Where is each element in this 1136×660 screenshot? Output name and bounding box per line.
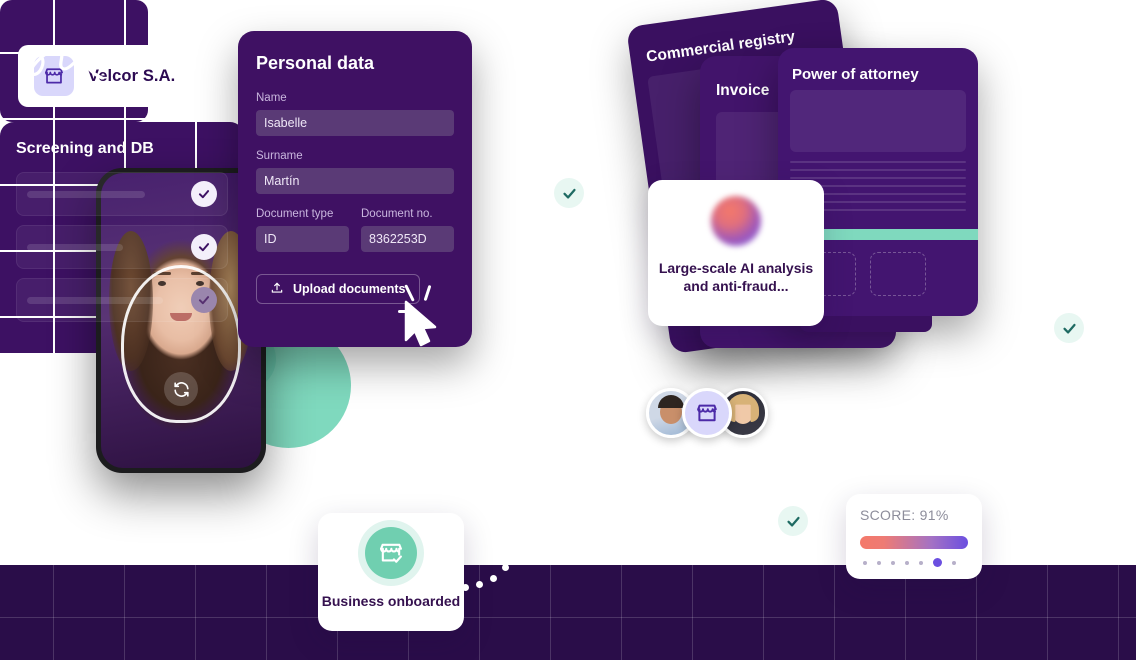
score-dot <box>952 560 956 565</box>
row-placeholder-bar <box>27 296 163 304</box>
check-badge <box>1054 313 1084 343</box>
illustration-canvas: Velcor S.A. Commercial registry Invoice … <box>0 0 1136 660</box>
check-icon <box>191 181 217 207</box>
bottom-band-grid <box>0 565 1136 660</box>
ai-analysis-card: Large-scale AI analysis and anti-fraud..… <box>648 180 824 326</box>
score-dot <box>919 560 923 565</box>
connector-dot <box>476 581 483 588</box>
click-spark <box>423 284 432 302</box>
check-icon <box>191 287 217 313</box>
cursor-arrow-icon <box>404 300 437 347</box>
document-title: Power of attorney <box>792 66 919 83</box>
mouse-cursor <box>398 284 444 347</box>
document-type-field[interactable]: ID <box>256 226 349 252</box>
upload-icon <box>270 281 284 298</box>
gradient-orb-icon <box>711 196 761 246</box>
business-onboarded-card: Business onboarded <box>318 513 464 631</box>
check-badge <box>554 178 584 208</box>
screening-row[interactable] <box>16 278 228 322</box>
document-number-field[interactable]: 8362253D <box>361 226 454 252</box>
name-label: Name <box>256 92 287 104</box>
score-label: SCORE: 91% <box>860 507 949 523</box>
screening-row[interactable] <box>16 225 228 269</box>
document-placeholder <box>790 90 966 152</box>
signature-dropzone <box>870 252 926 296</box>
score-dot <box>863 560 867 565</box>
store-check-icon <box>365 527 417 579</box>
bottom-purple-band <box>0 565 1136 660</box>
ai-analysis-text: Large-scale AI analysis and anti-fraud..… <box>658 260 814 295</box>
check-icon <box>191 234 217 260</box>
upload-documents-button[interactable]: Upload documents <box>256 274 420 304</box>
connector-dot <box>502 564 509 571</box>
name-field[interactable]: Isabelle <box>256 110 454 136</box>
check-badge <box>778 506 808 536</box>
document-title: Invoice <box>716 82 770 99</box>
dotted-connector <box>462 560 512 592</box>
upload-documents-label: Upload documents <box>293 282 406 296</box>
row-placeholder-bar <box>27 243 123 251</box>
document-number-label: Document no. <box>361 208 433 220</box>
connector-dot <box>462 584 469 591</box>
avatar-store-logo <box>682 388 732 438</box>
score-dot <box>905 560 909 565</box>
business-onboarded-text: Business onboarded <box>321 593 461 609</box>
connector-dot <box>490 575 497 582</box>
score-dot-active <box>933 558 942 567</box>
score-dot <box>891 560 895 565</box>
score-progress-bar <box>860 536 968 549</box>
score-dot <box>877 560 881 565</box>
score-step-dots <box>860 558 968 567</box>
screening-row[interactable] <box>16 172 228 216</box>
row-placeholder-bar <box>27 190 145 198</box>
surname-label: Surname <box>256 150 303 162</box>
camera-flip-icon[interactable] <box>164 372 198 406</box>
score-card: SCORE: 91% <box>846 494 982 579</box>
handwritten-signature-icon <box>19 46 104 80</box>
document-type-label: Document type <box>256 208 334 220</box>
avatar-group <box>646 388 768 438</box>
page-title: Personal data <box>256 53 375 73</box>
surname-field[interactable]: Martín <box>256 168 454 194</box>
